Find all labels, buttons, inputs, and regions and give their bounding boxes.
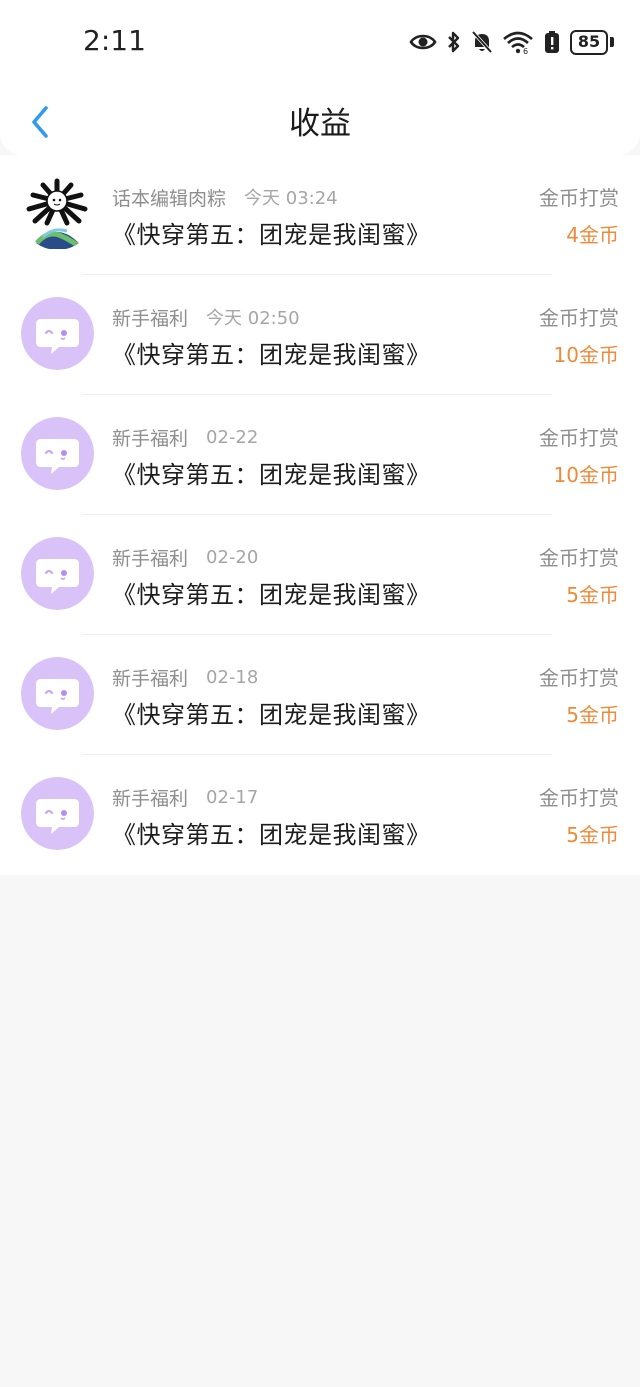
chat-bubble-icon bbox=[21, 297, 94, 370]
record-amount: 4金币 bbox=[566, 223, 619, 247]
record-type: 金币打赏 bbox=[539, 786, 619, 810]
status-time: 2:11 bbox=[83, 24, 146, 57]
record-meta: 新手福利 02-20 bbox=[112, 542, 258, 572]
record-type: 金币打赏 bbox=[539, 546, 619, 570]
record-meta: 话本编辑肉粽 今天 03:24 bbox=[112, 182, 338, 212]
record-amount: 5金币 bbox=[566, 823, 619, 847]
record-source: 新手福利 bbox=[112, 667, 189, 690]
record-book-title: 《快穿第五：团宠是我闺蜜》 bbox=[112, 341, 431, 369]
earnings-list: 话本编辑肉粽 今天 03:24 《快穿第五：团宠是我闺蜜》 金币打赏 4金币 新… bbox=[0, 155, 640, 875]
svg-text:6: 6 bbox=[523, 47, 528, 54]
record-type: 金币打赏 bbox=[539, 426, 619, 450]
app-header: 2:11 6 85 收益 bbox=[0, 0, 640, 155]
record-time: 02-20 bbox=[206, 546, 259, 568]
record-meta: 新手福利 02-18 bbox=[112, 662, 258, 692]
record-amount: 5金币 bbox=[566, 583, 619, 607]
record-book-title: 《快穿第五：团宠是我闺蜜》 bbox=[112, 221, 431, 249]
record-amount: 5金币 bbox=[566, 703, 619, 727]
page-title: 收益 bbox=[289, 106, 351, 142]
record-source: 新手福利 bbox=[112, 427, 189, 450]
chat-bubble-icon bbox=[21, 657, 94, 730]
list-item[interactable]: 新手福利 02-17 《快穿第五：团宠是我闺蜜》 金币打赏 5金币 bbox=[0, 755, 640, 875]
battery-alert-icon bbox=[545, 31, 559, 53]
avatar bbox=[21, 777, 94, 850]
list-item[interactable]: 新手福利 今天 02:50 《快穿第五：团宠是我闺蜜》 金币打赏 10金币 bbox=[0, 275, 640, 395]
avatar bbox=[21, 657, 94, 730]
record-book-title: 《快穿第五：团宠是我闺蜜》 bbox=[112, 461, 431, 489]
bell-muted-icon bbox=[471, 30, 493, 54]
chat-bubble-icon bbox=[21, 417, 94, 490]
spiky-character-on-earth-icon bbox=[21, 177, 94, 250]
record-book-title: 《快穿第五：团宠是我闺蜜》 bbox=[112, 821, 431, 849]
wifi-icon: 6 bbox=[503, 31, 533, 54]
record-amount: 10金币 bbox=[553, 343, 619, 367]
record-source: 话本编辑肉粽 bbox=[112, 187, 227, 210]
list-item[interactable]: 新手福利 02-20 《快穿第五：团宠是我闺蜜》 金币打赏 5金币 bbox=[0, 515, 640, 635]
avatar bbox=[21, 537, 94, 610]
record-meta: 新手福利 02-17 bbox=[112, 782, 258, 812]
record-type: 金币打赏 bbox=[539, 306, 619, 330]
eye-icon bbox=[409, 34, 437, 50]
battery-icon: 85 bbox=[570, 29, 614, 55]
record-time: 02-18 bbox=[206, 666, 259, 688]
record-source: 新手福利 bbox=[112, 547, 189, 570]
record-meta: 新手福利 今天 02:50 bbox=[112, 302, 300, 332]
list-item[interactable]: 新手福利 02-22 《快穿第五：团宠是我闺蜜》 金币打赏 10金币 bbox=[0, 395, 640, 515]
record-amount: 10金币 bbox=[553, 463, 619, 487]
record-type: 金币打赏 bbox=[539, 186, 619, 210]
avatar bbox=[21, 417, 94, 490]
record-book-title: 《快穿第五：团宠是我闺蜜》 bbox=[112, 701, 431, 729]
bluetooth-icon bbox=[448, 31, 460, 53]
status-icons: 6 85 bbox=[409, 26, 614, 58]
record-time: 02-17 bbox=[206, 786, 259, 808]
list-item[interactable]: 话本编辑肉粽 今天 03:24 《快穿第五：团宠是我闺蜜》 金币打赏 4金币 bbox=[0, 155, 640, 275]
chat-bubble-icon bbox=[21, 777, 94, 850]
record-time: 今天 02:50 bbox=[206, 308, 300, 329]
record-meta: 新手福利 02-22 bbox=[112, 422, 258, 452]
record-time: 今天 03:24 bbox=[244, 188, 338, 209]
avatar bbox=[21, 177, 94, 250]
record-source: 新手福利 bbox=[112, 787, 189, 810]
record-book-title: 《快穿第五：团宠是我闺蜜》 bbox=[112, 581, 431, 609]
list-item[interactable]: 新手福利 02-18 《快穿第五：团宠是我闺蜜》 金币打赏 5金币 bbox=[0, 635, 640, 755]
record-time: 02-22 bbox=[206, 426, 259, 448]
record-source: 新手福利 bbox=[112, 307, 189, 330]
avatar bbox=[21, 297, 94, 370]
chat-bubble-icon bbox=[21, 537, 94, 610]
battery-level: 85 bbox=[570, 29, 608, 55]
record-type: 金币打赏 bbox=[539, 666, 619, 690]
